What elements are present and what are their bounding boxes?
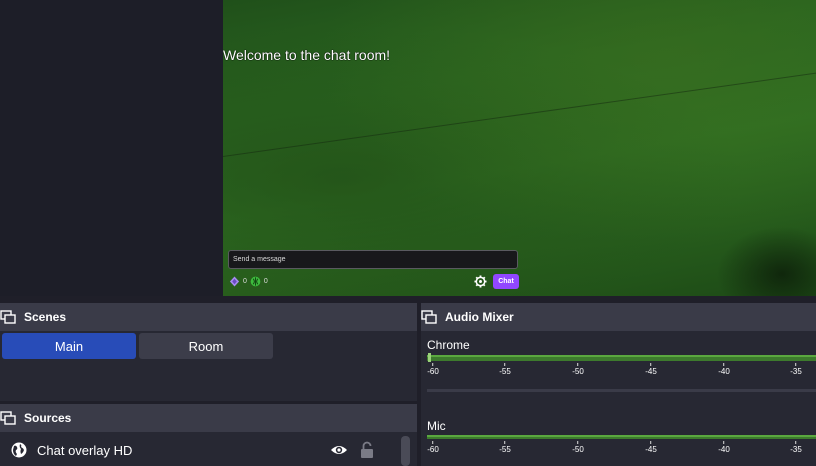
sources-title: Sources (24, 411, 72, 425)
preview-canvas[interactable]: Welcome to the chat room! Send a message… (223, 0, 816, 296)
volume-meter-chrome (427, 353, 816, 362)
channel-name-chrome: Chrome (427, 338, 470, 352)
globe-icon (11, 442, 27, 458)
source-item-chat-overlay[interactable]: Chat overlay HD (0, 434, 417, 466)
tick-label: -40 (718, 363, 730, 376)
field-shade (716, 226, 816, 296)
audio-mixer-header[interactable]: Audio Mixer (421, 303, 816, 331)
scenes-header[interactable]: Scenes (0, 303, 417, 331)
audio-mixer-panel: Audio Mixer Chrome -60 -55 -50 -45 -40 -… (421, 303, 816, 466)
audio-mixer-title: Audio Mixer (445, 310, 514, 324)
lock-icon[interactable] (360, 441, 374, 458)
tick-label: -35 (790, 441, 802, 454)
tick-label: -35 (790, 363, 802, 376)
chat-message-input[interactable]: Send a message (228, 250, 518, 269)
source-label: Chat overlay HD (37, 443, 133, 458)
meter-peak-marker (428, 353, 431, 362)
obs-window: Welcome to the chat room! Send a message… (0, 0, 816, 466)
tick-label: -60 (427, 363, 439, 376)
tick-label: -40 (718, 441, 730, 454)
bits-icon (229, 276, 240, 287)
points-count: 0 (263, 278, 268, 285)
tick-label: -45 (645, 441, 657, 454)
tick-label: -50 (572, 363, 584, 376)
volume-slider-chrome[interactable] (427, 389, 816, 392)
meter-highlight (427, 435, 816, 437)
field-ridge (223, 61, 816, 239)
meter-scale-mic: -60 -55 -50 -45 -40 -35 (427, 441, 816, 455)
eye-icon[interactable] (330, 443, 348, 457)
tick-label: -50 (572, 441, 584, 454)
dock-icon (0, 310, 16, 324)
meter-highlight (427, 355, 816, 357)
sources-scrollbar[interactable] (401, 436, 410, 466)
dock-icon (0, 411, 16, 425)
tick-label: -55 (499, 441, 511, 454)
channel-name-mic: Mic (427, 419, 446, 433)
points-icon (250, 276, 261, 287)
bits-count: 0 (243, 278, 247, 285)
dock-icon (421, 310, 437, 324)
tick-label: -60 (427, 441, 439, 454)
scenes-title: Scenes (24, 310, 67, 324)
volume-meter-mic (427, 435, 816, 439)
welcome-text: Welcome to the chat room! (223, 47, 391, 63)
meter-scale-chrome: -60 -55 -50 -45 -40 -35 (427, 363, 816, 377)
scene-item-room[interactable]: Room (139, 333, 273, 359)
tick-label: -55 (499, 363, 511, 376)
chat-action-bar: 0 0 Chat (229, 274, 519, 289)
sources-header[interactable]: Sources (0, 404, 417, 432)
channel-points[interactable]: 0 0 (229, 276, 268, 287)
gear-icon[interactable] (474, 275, 487, 288)
tick-label: -45 (645, 363, 657, 376)
chat-send-button[interactable]: Chat (493, 274, 519, 289)
sources-panel: Sources Chat overlay HD (0, 404, 417, 466)
scenes-panel: Scenes Main Room (0, 303, 417, 401)
scene-item-main[interactable]: Main (2, 333, 136, 359)
left-empty-panel (0, 0, 223, 296)
